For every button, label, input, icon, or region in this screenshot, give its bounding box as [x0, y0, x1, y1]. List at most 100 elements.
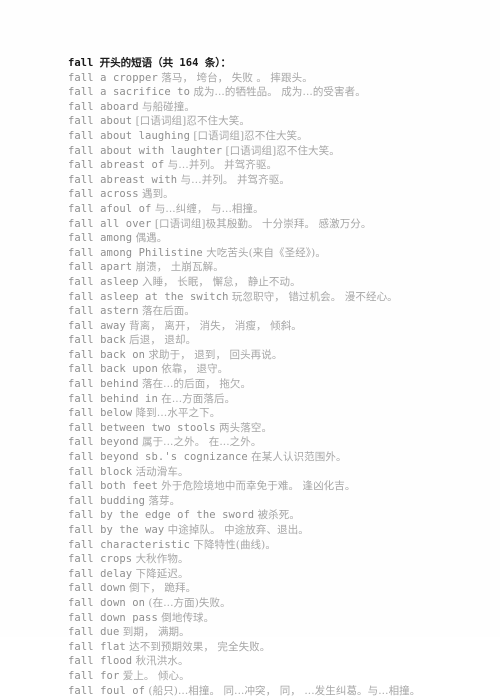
phrase-gloss: 后退， 退却。 — [129, 334, 197, 347]
phrase-term: fall among Philistine — [68, 246, 203, 259]
phrase-gloss: 被杀死。 — [257, 509, 300, 522]
phrase-term: fall delay — [68, 567, 133, 580]
phrase-gloss: 与…并列。 并驾齐驱。 — [167, 159, 278, 172]
phrase-term: fall budding — [68, 494, 146, 507]
phrase-entry: fall all over [口语词组]极其殷勤。 十分崇拜。 感激万分。 — [68, 217, 490, 232]
phrase-gloss: 崩溃， 土崩瓦解。 — [135, 261, 224, 274]
phrase-gloss: 落在后面。 — [141, 305, 195, 318]
phrase-gloss: [口语词组]忍不住大笑。 — [225, 144, 340, 157]
phrase-term: fall apart — [68, 261, 133, 274]
phrase-gloss: 落芽。 — [148, 494, 181, 507]
phrase-term: fall beyond — [68, 436, 139, 449]
phrase-entry: fall block 活动滑车。 — [68, 465, 490, 480]
phrase-list-container: fall 开头的短语（共 164 条）： fall a cropper 落马， … — [68, 56, 490, 698]
phrase-entry: fall below 降到…水平之下。 — [68, 406, 490, 421]
phrase-term: fall abreast with — [68, 173, 178, 186]
phrase-gloss: 与船碰撞。 — [141, 100, 195, 113]
phrase-gloss: 落在...的后面， 拖欠。 — [141, 378, 252, 391]
phrase-gloss: 遇到。 — [141, 188, 174, 201]
page-title: fall 开头的短语（共 164 条）： — [68, 57, 231, 69]
phrase-entry: fall a cropper 落马， 垮台， 失败 。 摔跟头。 — [68, 71, 490, 86]
phrase-term: fall a cropper — [68, 71, 158, 84]
phrase-entry: fall among 偶遇。 — [68, 231, 490, 246]
phrase-entry: fall about [口语词组]忍不住大笑。 — [68, 114, 490, 129]
phrase-gloss: [口语词组]极其殷勤。 十分崇拜。 感激万分。 — [154, 217, 372, 230]
phrase-entry: fall for 爱上。 倾心。 — [68, 669, 490, 684]
phrase-entry: fall down 倒下， 跪拜。 — [68, 581, 490, 596]
phrase-gloss: 下降延迟。 — [135, 567, 189, 580]
phrase-entry: fall flood 秋汛洪水。 — [68, 654, 490, 669]
phrase-term: fall across — [68, 188, 139, 201]
phrase-term: fall astern — [68, 305, 139, 318]
phrase-entry: fall asleep at the switch 玩忽职守， 错过机会。 漫不… — [68, 290, 490, 305]
phrase-gloss: 在...方面落后。 — [161, 392, 236, 405]
phrase-term: fall flood — [68, 655, 133, 668]
phrase-gloss: 下降特性(曲线)。 — [193, 538, 276, 551]
phrase-term: fall among — [68, 232, 133, 245]
phrase-entry: fall down pass 倒地传球。 — [68, 611, 490, 626]
phrase-entry: fall apart 崩溃， 土崩瓦解。 — [68, 260, 490, 275]
phrase-term: fall away — [68, 319, 126, 332]
phrase-gloss: 成为...的牺牲品。 成为...的受害者。 — [193, 86, 366, 99]
phrase-entry: fall budding 落芽。 — [68, 494, 490, 509]
phrase-term: fall behind in — [68, 392, 158, 405]
phrase-entry: fall behind 落在...的后面， 拖欠。 — [68, 377, 490, 392]
phrase-gloss: 背离， 离开， 消失， 消瘦， 倾斜。 — [129, 319, 302, 332]
phrase-entry: fall between two stools 两头落空。 — [68, 421, 490, 436]
phrase-gloss: 秋汛洪水。 — [135, 655, 189, 668]
phrase-entry: fall a sacrifice to 成为...的牺牲品。 成为...的受害者… — [68, 85, 490, 100]
phrase-entry: fall foul of (船只)...相撞。 同...冲突， 同， ...发生… — [68, 684, 490, 698]
phrase-gloss: 爱上。 倾心。 — [122, 669, 190, 682]
phrase-entry: fall beyond 属于...之外。 在...之外。 — [68, 435, 490, 450]
phrase-term: fall all over — [68, 217, 152, 230]
phrase-term: fall for — [68, 669, 120, 682]
phrase-gloss: 大吃苦头(来自《圣经》)。 — [206, 246, 326, 259]
phrase-entry: fall across 遇到。 — [68, 187, 490, 202]
phrase-entry: fall afoul of 与...纠缠， 与...相撞。 — [68, 202, 490, 217]
phrase-term: fall flat — [68, 640, 126, 653]
phrase-term: fall aboard — [68, 100, 139, 113]
phrase-gloss: 求助于， 退到， 回头再说。 — [148, 348, 283, 361]
phrase-term: fall both feet — [68, 480, 158, 493]
phrase-entry: fall astern 落在后面。 — [68, 304, 490, 319]
phrase-entry: fall among Philistine 大吃苦头(来自《圣经》)。 — [68, 246, 490, 261]
phrase-entry: fall abreast of 与…并列。 并驾齐驱。 — [68, 158, 490, 173]
phrase-gloss: 活动滑车。 — [135, 465, 189, 478]
phrase-term: fall below — [68, 407, 133, 420]
phrase-gloss: 依靠， 退守。 — [161, 363, 229, 376]
phrase-term: fall back on — [68, 348, 146, 361]
phrase-gloss: 到期， 满期。 — [122, 626, 190, 639]
phrase-gloss: 属于...之外。 在...之外。 — [141, 436, 262, 449]
phrase-gloss: 外于危险境地中而幸免于难。 逢凶化吉。 — [161, 480, 356, 493]
phrase-gloss: 中途掉队。 中途放弃、退出。 — [167, 524, 309, 536]
phrase-gloss: 在某人认识范围外。 — [251, 451, 347, 464]
phrase-entry: fall down on (在...方面)失败。 — [68, 596, 490, 611]
phrase-term: fall back — [68, 334, 126, 347]
phrase-term: fall a sacrifice to — [68, 86, 191, 99]
phrase-gloss: 玩忽职守， 错过机会。 漫不经心。 — [231, 290, 398, 303]
phrase-entry-list: fall a cropper 落马， 垮台， 失败 。 摔跟头。 fall a s… — [68, 71, 490, 698]
phrase-term: fall down on — [68, 596, 146, 609]
phrase-entry: fall back on 求助于， 退到， 回头再说。 — [68, 348, 490, 363]
phrase-entry: fall crops 大秋作物。 — [68, 552, 490, 567]
phrase-entry: fall due 到期， 满期。 — [68, 625, 490, 640]
phrase-gloss: 偶遇。 — [135, 232, 168, 245]
phrase-entry: fall asleep 入睡， 长眠， 懈怠， 静止不动。 — [68, 275, 490, 290]
phrase-term: fall back upon — [68, 363, 158, 376]
phrase-entry: fall abreast with 与…并列。 并驾齐驱。 — [68, 173, 490, 188]
phrase-term: fall afoul of — [68, 202, 152, 215]
phrase-entry: fall back 后退， 退却。 — [68, 333, 490, 348]
phrase-gloss: 倒地传球。 — [161, 611, 215, 624]
phrase-entry: fall both feet 外于危险境地中而幸免于难。 逢凶化吉。 — [68, 479, 490, 494]
phrase-entry: fall behind in 在...方面落后。 — [68, 392, 490, 407]
phrase-entry: fall delay 下降延迟。 — [68, 567, 490, 582]
phrase-entry: fall back upon 依靠， 退守。 — [68, 362, 490, 377]
phrase-gloss: 与...纠缠， 与...相撞。 — [154, 202, 264, 215]
phrase-entry: fall aboard 与船碰撞。 — [68, 100, 490, 115]
phrase-entry: fall away 背离， 离开， 消失， 消瘦， 倾斜。 — [68, 319, 490, 334]
phrase-gloss: 达不到预期效果， 完全失败。 — [129, 640, 271, 653]
phrase-gloss: [口语词组]忍不住大笑。 — [135, 115, 250, 128]
phrase-entry: fall by the way 中途掉队。 中途放弃、退出。 — [68, 523, 490, 538]
phrase-term: fall beyond sb.'s cognizance — [68, 451, 248, 464]
phrase-term: fall down — [68, 582, 126, 595]
